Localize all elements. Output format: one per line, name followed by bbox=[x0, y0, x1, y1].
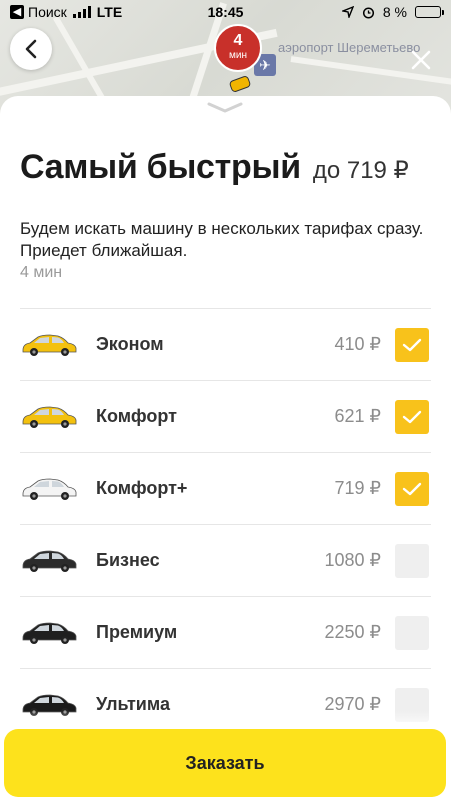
tariff-name: Комфорт+ bbox=[96, 478, 188, 498]
order-button[interactable]: Заказать bbox=[4, 729, 446, 797]
tariff-checkbox[interactable] bbox=[395, 399, 429, 434]
car-icon bbox=[22, 550, 77, 572]
status-bar: ◀ Поиск LTE 18:45 8 % bbox=[0, 0, 451, 24]
chevron-down-icon[interactable] bbox=[205, 100, 245, 114]
battery-icon bbox=[415, 6, 444, 18]
tariff-row[interactable]: Бизнес 1080 ₽ bbox=[20, 524, 431, 596]
alarm-icon bbox=[362, 6, 374, 19]
battery-label: 8 % bbox=[382, 4, 407, 20]
status-left: ◀ Поиск LTE bbox=[10, 4, 122, 20]
back-app-arrow-icon: ◀ bbox=[10, 5, 24, 19]
location-arrow-icon bbox=[341, 6, 354, 18]
tariff-price: 1080 ₽ bbox=[324, 550, 382, 570]
tariff-name: Комфорт bbox=[96, 406, 177, 426]
car-marker-icon bbox=[228, 74, 252, 94]
eta-unit: мин bbox=[229, 50, 247, 61]
close-icon[interactable] bbox=[409, 48, 433, 72]
tariff-price: 2250 ₽ bbox=[324, 622, 382, 642]
back-to-app[interactable]: ◀ Поиск bbox=[10, 4, 67, 20]
tariff-name: Эконом bbox=[96, 334, 164, 354]
tariff-checkbox[interactable] bbox=[395, 543, 429, 578]
eta-badge: 4 мин bbox=[214, 24, 262, 72]
back-button[interactable] bbox=[10, 28, 52, 70]
tariff-name: Премиум bbox=[96, 622, 178, 642]
car-icon bbox=[22, 334, 77, 356]
tariff-price: 621 ₽ bbox=[334, 406, 382, 426]
tariff-row[interactable]: Комфорт 621 ₽ bbox=[20, 380, 431, 452]
tariff-price: 719 ₽ bbox=[334, 478, 382, 498]
page-title: Самый быстрый bbox=[20, 148, 301, 186]
tariff-row[interactable]: Премиум 2250 ₽ bbox=[20, 596, 431, 668]
checkmark-icon bbox=[402, 482, 422, 495]
checkmark-icon bbox=[402, 338, 422, 351]
checkmark-icon bbox=[402, 410, 422, 423]
clock: 18:45 bbox=[207, 4, 244, 20]
tariff-checkbox[interactable] bbox=[395, 615, 429, 650]
tariff-checkbox[interactable] bbox=[395, 471, 429, 506]
network-label: LTE bbox=[96, 4, 123, 20]
tariff-list: Эконом 410 ₽ Комфорт 621 ₽ Комфорт+ 719 ₽ Бизн… bbox=[20, 308, 431, 740]
tariff-price: 410 ₽ bbox=[334, 334, 382, 354]
tariff-sheet: Самый быстрый до 719 ₽ Будем искать маши… bbox=[0, 96, 451, 801]
chevron-left-icon bbox=[25, 39, 37, 59]
car-icon bbox=[22, 622, 77, 644]
car-icon bbox=[22, 478, 77, 500]
eta-text: 4 мин bbox=[20, 264, 63, 281]
tariff-name: Бизнес bbox=[96, 550, 160, 570]
eta-number: 4 bbox=[233, 32, 243, 49]
car-icon bbox=[22, 406, 77, 428]
airport-label: аэропорт Шереметьево bbox=[278, 40, 421, 55]
tariff-row[interactable]: Эконом 410 ₽ bbox=[20, 308, 431, 380]
signal-icon bbox=[72, 6, 91, 18]
title-row: Самый быстрый до 719 ₽ bbox=[20, 148, 433, 187]
tariff-row[interactable]: Комфорт+ 719 ₽ bbox=[20, 452, 431, 524]
tariff-checkbox[interactable] bbox=[395, 327, 429, 362]
description: Будем искать машину в нескольких тарифах… bbox=[20, 219, 424, 260]
back-app-label: Поиск bbox=[28, 4, 67, 20]
price-upto: до 719 ₽ bbox=[312, 157, 409, 184]
status-right: 8 % bbox=[341, 4, 444, 20]
